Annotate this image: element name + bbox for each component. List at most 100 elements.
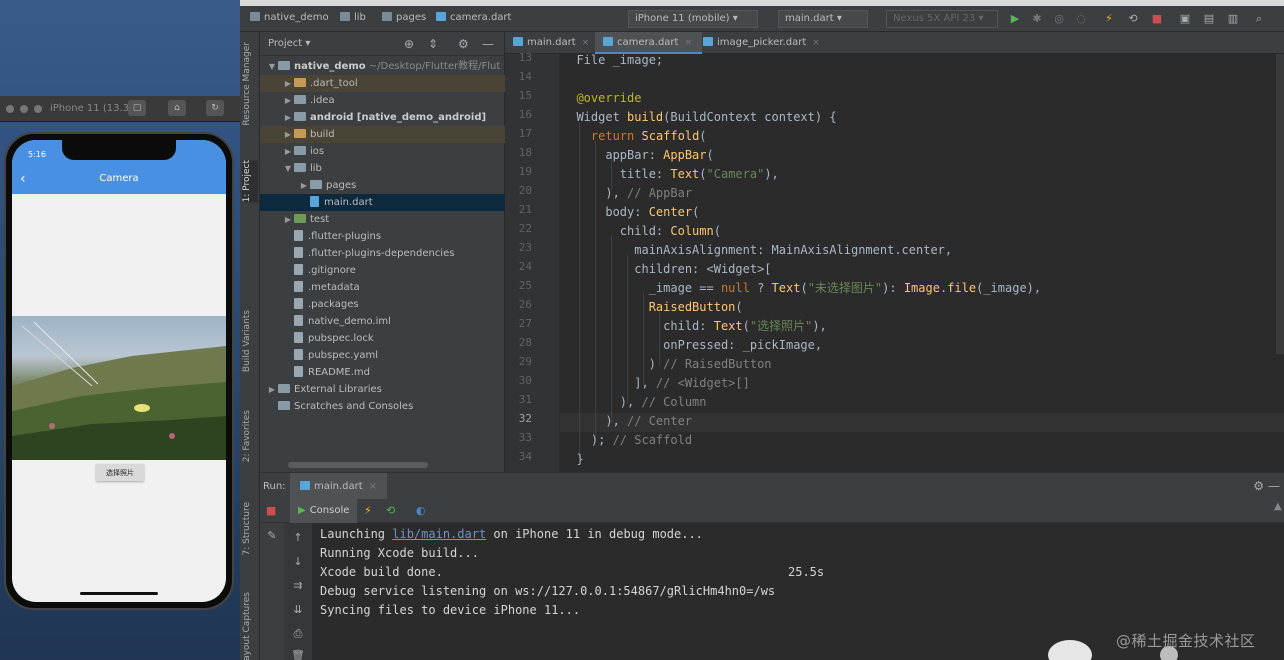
scroll-up-arrow-icon[interactable]: ▲ xyxy=(1274,501,1284,521)
favorites-tab[interactable]: 2: Favorites xyxy=(242,410,258,462)
tab-camera-dart[interactable]: camera.dart × xyxy=(595,32,702,54)
emulator-selector[interactable]: Nexus 5X API 23 ▾ xyxy=(886,10,998,28)
hot-restart-icon[interactable]: ⟲ xyxy=(386,504,395,517)
screenshot-icon[interactable]: ▢ xyxy=(128,100,146,116)
chevron-down-icon[interactable]: ▼ xyxy=(282,160,294,177)
chevron-right-icon[interactable]: ▶ xyxy=(282,211,294,228)
stop-icon[interactable]: ■ xyxy=(266,504,276,517)
tree-item[interactable]: ▶ ios xyxy=(260,143,505,160)
code-line: RaisedButton( xyxy=(648,300,743,314)
close-icon[interactable]: × xyxy=(582,38,590,48)
project-view-selector[interactable]: Project ▾ xyxy=(268,38,310,49)
devtools-icon[interactable]: ◐ xyxy=(416,504,426,517)
avd-manager-icon[interactable]: ▤ xyxy=(1202,12,1216,26)
scroll-up-icon[interactable]: ↑ xyxy=(284,531,312,544)
main-dart-link[interactable]: lib/main.dart xyxy=(392,527,486,541)
minimize-dot-icon[interactable] xyxy=(20,105,28,113)
hot-reload-icon[interactable]: ⚡ xyxy=(1102,12,1116,26)
project-scrollbar[interactable] xyxy=(288,462,428,468)
chevron-right-icon[interactable]: ▶ xyxy=(282,143,294,160)
profile-icon[interactable]: ◌ xyxy=(1074,12,1088,26)
stop-icon[interactable]: ■ xyxy=(1150,12,1164,26)
breadcrumb-project[interactable]: native_demo xyxy=(250,12,329,23)
tab-image-picker-dart[interactable]: image_picker.dart × xyxy=(695,32,830,54)
pin-icon[interactable]: ✎ xyxy=(260,529,284,542)
device-selector[interactable]: iPhone 11 (mobile) ▾ xyxy=(628,10,758,28)
gear-icon[interactable]: ⚙ xyxy=(458,37,469,51)
run-config-selector[interactable]: main.dart ▾ xyxy=(778,10,868,28)
trash-icon[interactable]: 🗑 xyxy=(284,649,312,660)
tree-item[interactable]: ▶ .idea xyxy=(260,92,505,109)
run-icon[interactable]: ▶ xyxy=(1008,12,1022,26)
chevron-right-icon[interactable]: ▶ xyxy=(282,126,294,143)
layout-captures-tab[interactable]: Layout Captures xyxy=(242,592,258,660)
line-number-gutter: 13 14 15 16 17 18 19 20 21 22 23 24 25 26 27 28 29 30 31 32… xyxy=(505,51,559,472)
structure-icon[interactable]: ▥ xyxy=(1226,12,1240,26)
close-icon[interactable]: × xyxy=(684,38,692,48)
tree-item[interactable]: main.dart xyxy=(260,194,505,211)
hide-icon[interactable]: — xyxy=(482,37,494,51)
gear-icon[interactable]: ⚙ xyxy=(1253,479,1264,493)
tree-item[interactable]: ▼ native_demo ~/Desktop/Flutter教程/Flut xyxy=(260,58,505,75)
tree-item[interactable]: ▼ lib xyxy=(260,160,505,177)
breadcrumb-lib[interactable]: lib xyxy=(340,12,366,23)
zoom-dot-icon[interactable] xyxy=(34,105,42,113)
console-tab[interactable]: ▶ Console xyxy=(290,499,358,523)
rotate-icon[interactable]: ↻ xyxy=(206,100,224,116)
debug-icon[interactable]: ✱ xyxy=(1030,12,1044,26)
search-icon[interactable]: ⌕ xyxy=(1252,12,1266,26)
resource-manager-tab[interactable]: Resource Manager xyxy=(242,42,258,126)
hot-reload-icon[interactable]: ⚡ xyxy=(364,504,372,517)
line-number: 29 xyxy=(518,355,532,368)
chevron-right-icon[interactable]: ▶ xyxy=(282,75,294,92)
tree-item[interactable]: native_demo.iml xyxy=(260,313,505,330)
run-tab-main-dart[interactable]: main.dart × xyxy=(290,473,388,499)
code-editor[interactable]: File _image; @override Widget build(Buil… xyxy=(560,54,1284,472)
tree-item[interactable]: ▶ pages xyxy=(260,177,505,194)
tree-item[interactable]: pubspec.yaml xyxy=(260,347,505,364)
tree-item[interactable]: .metadata xyxy=(260,279,505,296)
home-indicator[interactable] xyxy=(80,592,158,595)
print-icon[interactable]: ⎙ xyxy=(284,627,312,641)
tree-item[interactable]: Scratches and Consoles xyxy=(260,398,505,415)
project-title: Project xyxy=(268,38,303,49)
file-icon xyxy=(294,281,303,292)
tree-item[interactable]: ▶ test xyxy=(260,211,505,228)
chevron-right-icon[interactable]: ▶ xyxy=(282,92,294,109)
tree-item[interactable]: .flutter-plugins-dependencies xyxy=(260,245,505,262)
editor-scrollbar[interactable] xyxy=(1276,54,1284,354)
hot-restart-icon[interactable]: ⟲ xyxy=(1126,12,1140,26)
tree-item[interactable]: pubspec.lock xyxy=(260,330,505,347)
tree-item[interactable]: ▶ build xyxy=(260,126,505,143)
tree-item[interactable]: ▶ .dart_tool xyxy=(260,75,505,92)
tree-item[interactable]: .gitignore xyxy=(260,262,505,279)
chevron-down-icon[interactable]: ▼ xyxy=(266,58,278,75)
collapse-icon[interactable]: ⇕ xyxy=(428,37,438,51)
tree-item[interactable]: ▶ android [native_demo_android] xyxy=(260,109,505,126)
pick-image-button[interactable]: 选择照片 xyxy=(96,464,144,481)
close-icon[interactable]: × xyxy=(369,481,377,492)
locate-icon[interactable]: ⊕ xyxy=(404,37,414,51)
close-dot-icon[interactable] xyxy=(6,105,14,113)
tree-item[interactable]: ▶ External Libraries xyxy=(260,381,505,398)
scroll-to-end-icon[interactable]: ⇊ xyxy=(284,603,312,616)
soft-wrap-icon[interactable]: ⇉ xyxy=(284,579,312,592)
structure-tab[interactable]: 7: Structure xyxy=(242,502,258,556)
tree-item[interactable]: README.md xyxy=(260,364,505,381)
tab-label: camera.dart xyxy=(617,37,679,48)
tree-item[interactable]: .packages xyxy=(260,296,505,313)
chevron-right-icon[interactable]: ▶ xyxy=(266,381,278,398)
hide-icon[interactable]: — xyxy=(1268,479,1280,493)
close-icon[interactable]: × xyxy=(812,38,820,48)
home-icon[interactable]: ⌂ xyxy=(168,100,186,116)
attach-icon[interactable]: ◎ xyxy=(1052,12,1066,26)
project-tab[interactable]: 1: Project xyxy=(242,160,258,203)
chevron-right-icon[interactable]: ▶ xyxy=(282,109,294,126)
breadcrumb-pages[interactable]: pages xyxy=(382,12,426,23)
scroll-down-icon[interactable]: ↓ xyxy=(284,555,312,568)
sdk-manager-icon[interactable]: ▣ xyxy=(1178,12,1192,26)
build-variants-tab[interactable]: Build Variants xyxy=(242,310,258,372)
tree-item[interactable]: .flutter-plugins xyxy=(260,228,505,245)
chevron-right-icon[interactable]: ▶ xyxy=(298,177,310,194)
breadcrumb-file[interactable]: camera.dart xyxy=(436,12,511,23)
